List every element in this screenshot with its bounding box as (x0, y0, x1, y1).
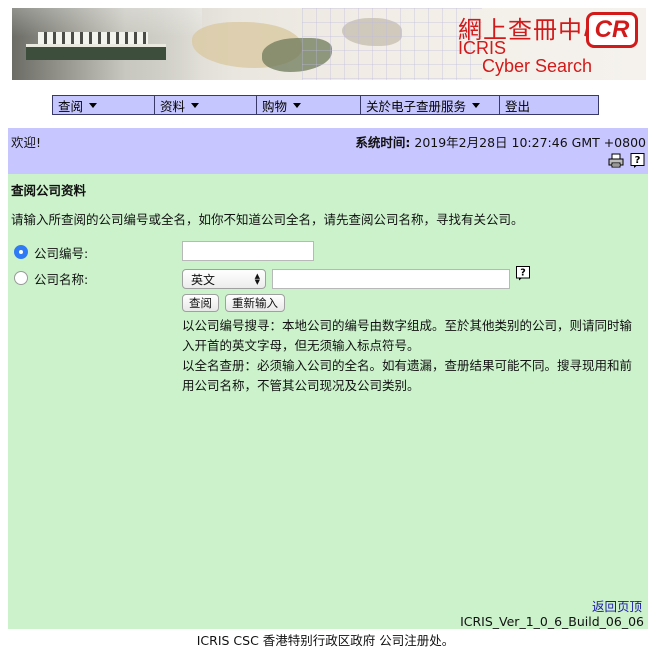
chevron-down-icon (293, 102, 302, 108)
printer-icon[interactable] (608, 153, 624, 168)
company-name-label: 公司名称: (34, 272, 89, 287)
menu-about-service-label: 关於电子查册服务 (366, 98, 467, 114)
note-full-name: 以全名查册：必须输入公司的全名。如有遗漏，查册结果可能不同。搜寻现用和前用公司名… (182, 358, 633, 393)
back-to-top-link[interactable]: 返回页顶 (592, 596, 642, 615)
welcome-text: 欢迎! (11, 135, 42, 150)
company-number-radio[interactable] (14, 245, 28, 259)
select-arrows-icon: ▲ ▼ (254, 272, 260, 286)
menu-search-label: 查阅 (58, 98, 84, 114)
company-name-radio[interactable] (14, 271, 28, 285)
language-select[interactable]: 英文 ▲ ▼ (182, 269, 266, 289)
help-icon[interactable]: ? (630, 153, 646, 168)
chevron-down-icon (191, 102, 200, 108)
system-time-label: 系统时间: (355, 135, 411, 150)
language-select-value: 英文 (191, 273, 216, 287)
section-title: 查阅公司资料 (11, 183, 87, 198)
company-number-input[interactable] (182, 241, 314, 261)
ferry-hull (26, 44, 166, 60)
menu-information[interactable]: 资料 (155, 96, 257, 114)
menu-shopping[interactable]: 购物 (257, 96, 361, 114)
footer-copyright: ICRIS CSC 香港特别行政区政府 公司注册处。 (196, 633, 455, 648)
svg-text:?: ? (520, 268, 526, 279)
menu-shopping-label: 购物 (262, 98, 288, 114)
search-button[interactable]: 查阅 (182, 294, 219, 312)
header-banner: 網上查冊中心 ICRIS Cyber Search Centre CR (12, 8, 646, 80)
chevron-down-icon (89, 102, 98, 108)
system-time-value: 2019年2月28日 10:27:46 GMT +0800 (414, 135, 646, 150)
menu-information-label: 资料 (160, 98, 186, 114)
menu-logout-label: 登出 (505, 98, 531, 114)
main-content: 查阅公司资料 请输入所查阅的公司编号或全名，如你不知道公司全名，请先查阅公司名称… (8, 174, 648, 629)
banner-title-cyber-search-centre: Cyber Search Centre (482, 56, 593, 80)
chevron-down-icon (472, 102, 481, 108)
ferry-deck (38, 32, 148, 44)
note-company-number: 以公司编号搜寻：本地公司的编号由数字组成。至於其他类别的公司，则请同时输入开首的… (182, 318, 633, 353)
menu-logout[interactable]: 登出 (500, 96, 598, 114)
menu-about-service[interactable]: 关於电子查册服务 (361, 96, 500, 114)
main-menu-bar: 查阅 资料 购物 关於电子查册服务 登出 (52, 95, 599, 115)
cr-logo: CR (586, 12, 638, 48)
system-time: 系统时间: 2019年2月28日 10:27:46 GMT +0800 (355, 132, 646, 151)
company-name-input[interactable] (272, 269, 510, 289)
version-text: ICRIS_Ver_1_0_6_Build_06_06 (460, 614, 644, 629)
help-icon[interactable]: ? (516, 266, 530, 281)
reset-button[interactable]: 重新输入 (225, 294, 285, 312)
svg-text:?: ? (635, 155, 641, 166)
company-number-label: 公司编号: (34, 246, 89, 261)
welcome-bar: 欢迎! 系统时间: 2019年2月28日 10:27:46 GMT +0800 … (8, 128, 648, 174)
instruction-text: 请输入所查阅的公司编号或全名，如你不知道公司全名，请先查阅公司名称，寻找有关公司… (11, 212, 524, 227)
menu-search[interactable]: 查阅 (53, 96, 155, 114)
banner-grid-pattern (302, 8, 482, 80)
